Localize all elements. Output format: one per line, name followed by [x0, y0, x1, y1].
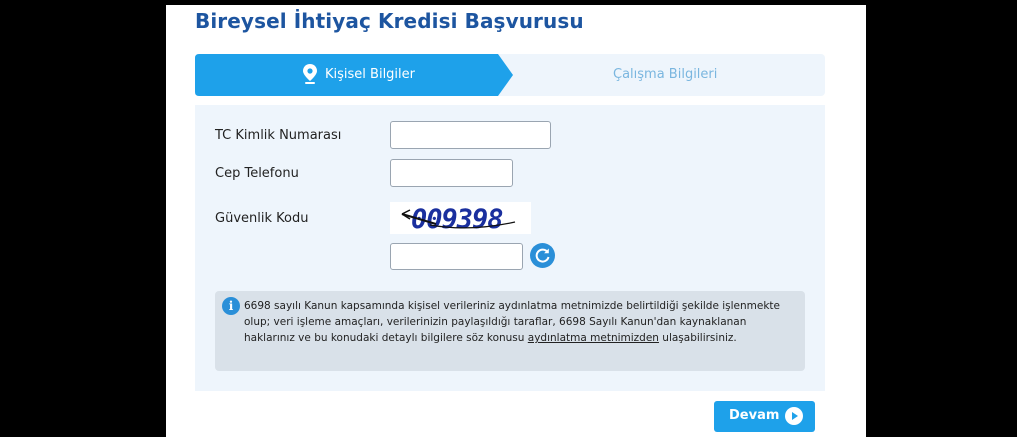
captcha-image: 009398 [390, 202, 531, 235]
security-code-label: Güvenlik Kodu [215, 211, 309, 226]
tc-kimlik-input[interactable] [390, 121, 551, 149]
step-indicator: Kişisel Bilgiler Çalışma Bilgileri [195, 54, 825, 96]
phone-label: Cep Telefonu [215, 166, 299, 181]
kvkk-info-text: 6698 sayılı Kanun kapsamında kişisel ver… [244, 298, 799, 346]
info-icon: i [222, 297, 240, 315]
application-panel: Bireysel İhtiyaç Kredisi Başvurusu Kişis… [166, 5, 866, 437]
captcha-input[interactable] [390, 243, 523, 270]
page-title: Bireysel İhtiyaç Kredisi Başvurusu [195, 9, 584, 33]
step-employment-info-label: Çalışma Bilgileri [613, 67, 718, 82]
refresh-icon [535, 248, 550, 263]
phone-input[interactable] [390, 159, 513, 187]
tc-label: TC Kimlik Numarası [215, 128, 342, 143]
personal-info-form: TC Kimlik Numarası Cep Telefonu Güvenlik… [195, 105, 825, 391]
continue-button-label: Devam [729, 408, 780, 423]
step-personal-info: Kişisel Bilgiler [195, 54, 513, 96]
kvkk-text-after: ulaşabilirsiniz. [658, 332, 737, 344]
captcha-text: 009398 [411, 204, 503, 234]
kvkk-info-box: i 6698 sayılı Kanun kapsamında kişisel v… [215, 291, 805, 371]
step-personal-info-label: Kişisel Bilgiler [325, 67, 415, 82]
refresh-captcha-button[interactable] [530, 243, 555, 268]
play-arrow-icon [785, 407, 803, 425]
continue-button[interactable]: Devam [714, 401, 815, 432]
disclosure-text-link[interactable]: aydınlatma metnimizden [528, 332, 659, 344]
